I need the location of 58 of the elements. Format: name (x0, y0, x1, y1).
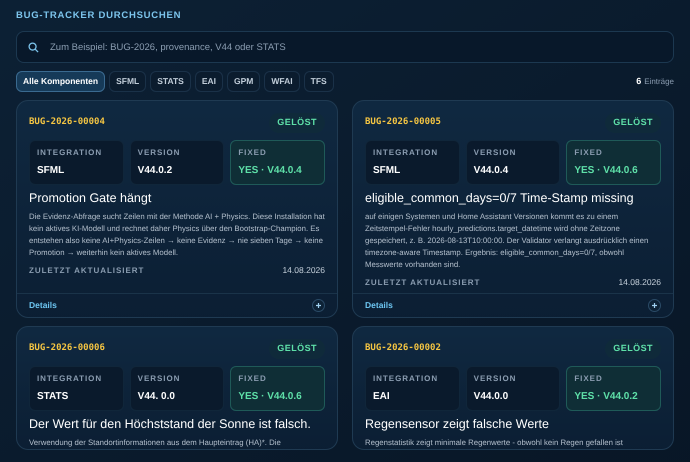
bug-id: BUG-2026-00004 (29, 116, 105, 130)
filter-chip[interactable]: STATS (150, 71, 191, 92)
updated-label: ZULETZT AKTUALISIERT (365, 276, 480, 289)
field-value: STATS (37, 390, 70, 404)
field-label: VERSION (474, 146, 518, 159)
updated-date: 14.08.2026 (618, 276, 661, 290)
updated-date: 14.08.2026 (282, 264, 325, 278)
field-value: V44.0.2 (138, 164, 174, 178)
bug-id: BUG-2026-00002 (365, 342, 441, 356)
details-link[interactable]: Details (365, 299, 393, 312)
field-label: INTEGRATION (373, 146, 440, 159)
plus-icon (315, 302, 322, 310)
bug-title: Regensensor zeigt falsche Werte (365, 416, 550, 432)
field-label: VERSION (138, 146, 182, 159)
field-value: SFML (37, 164, 66, 178)
field-label: INTEGRATION (373, 372, 440, 385)
expand-button[interactable] (312, 299, 325, 312)
status-badge: GELÖST (269, 339, 325, 359)
filter-chip[interactable]: WFAI (264, 71, 300, 92)
search-icon (28, 42, 39, 54)
status-badge: GELÖST (605, 339, 661, 359)
field-value: V44.0.4 (474, 164, 510, 178)
entry-count: 6 (636, 75, 642, 88)
entry-count-label: Einträge (644, 76, 674, 88)
filter-chip[interactable]: TFS (304, 71, 334, 92)
bug-title: Promotion Gate hängt (29, 190, 152, 206)
bug-id: BUG-2026-00006 (29, 342, 105, 356)
filter-chip[interactable]: SFML (109, 71, 146, 92)
field-label: INTEGRATION (37, 372, 104, 385)
field-value: SFML (373, 164, 402, 178)
field-label: FIXED (238, 372, 268, 385)
field-label: FIXED (574, 372, 604, 385)
filter-chip[interactable]: EAI (194, 71, 224, 92)
details-link[interactable]: Details (29, 299, 57, 312)
field-value: YES · V44.0.4 (238, 164, 303, 178)
status-badge: GELÖST (605, 113, 661, 133)
filter-chip[interactable]: Alle Komponenten (16, 71, 106, 92)
bug-title: eligible_common_days=0/7 Time-Stamp missing (365, 190, 635, 206)
field-label: FIXED (238, 146, 268, 159)
field-value: YES · V44.0.2 (574, 390, 639, 404)
field-value: YES · V44.0.6 (238, 390, 303, 404)
field-label: VERSION (138, 372, 182, 385)
status-badge: GELÖST (269, 113, 325, 133)
field-label: INTEGRATION (37, 146, 104, 159)
field-value: YES · V44.0.6 (574, 164, 639, 178)
field-label: VERSION (474, 372, 518, 385)
field-value: V44. 0.0 (138, 390, 176, 404)
field-label: FIXED (574, 146, 604, 159)
field-value: V44.0.0 (474, 390, 510, 404)
bug-title: Der Wert für den Höchststand der Sonne ist falsch. (29, 416, 312, 432)
plus-icon (651, 302, 658, 310)
expand-button[interactable] (648, 299, 661, 312)
bug-id: BUG-2026-00005 (365, 116, 441, 130)
field-value: EAI (373, 390, 391, 404)
search-field[interactable]: Zum Beispiel: BUG-2026, provenance, V44 oder STATS (16, 31, 674, 64)
filter-chip[interactable]: GPM (227, 71, 260, 92)
section-heading: BUG-TRACKER DURCHSUCHEN (16, 9, 182, 23)
updated-label: ZULETZT AKTUALISIERT (29, 264, 144, 277)
